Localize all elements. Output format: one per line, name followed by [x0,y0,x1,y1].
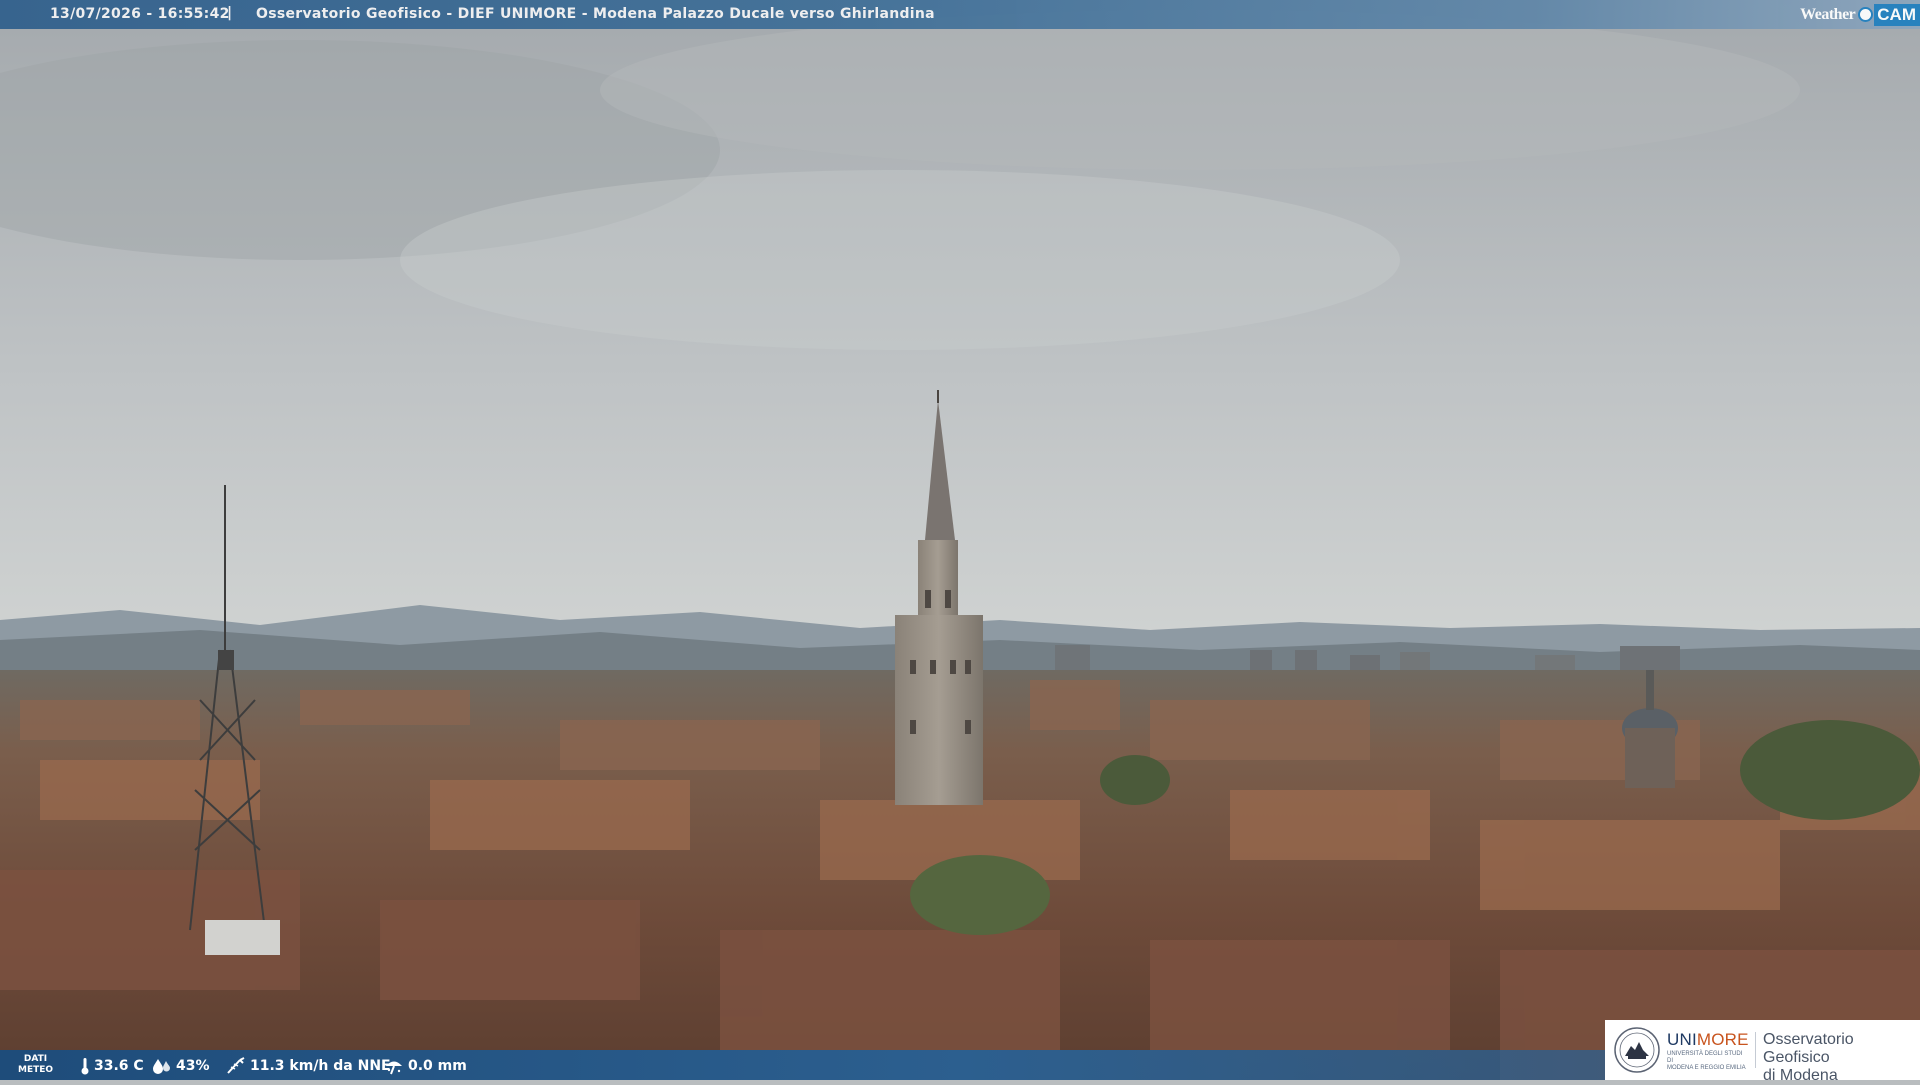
logo-divider [1755,1032,1756,1068]
unimore-subtitle-line1: UNIVERSITÀ DEGLI STUDI DI [1667,1051,1743,1064]
wind-icon [227,1057,245,1074]
camera-title: Osservatorio Geofisico - DIEF UNIMORE - … [256,6,935,22]
weather-data-bar: DATI METEO 33.6 C 43% 11.3 km/h da NNE 0… [0,1050,1605,1080]
brand-circle-icon [1858,7,1874,22]
weather-label-line1: DATI [23,1054,48,1064]
timestamp: 13/07/2026 - 16:55:42 [50,6,230,22]
rain-value: 0.0 mm [408,1058,467,1074]
wind-reading: 11.3 km/h da NNE [226,1057,391,1075]
rain-gauge-icon [386,1061,402,1075]
unimore-logo: UNIMORE UNIVERSITÀ DEGLI STUDI DI MODENA… [1605,1020,1920,1084]
wind-value: 11.3 km/h da NNE [250,1058,391,1074]
thermometer-icon [81,1058,89,1075]
brand-weather-text: Weather [1800,5,1856,23]
unimore-more-text: MORE [1696,1030,1749,1049]
temperature-value: 33.6 C [94,1058,144,1074]
caption-bar: 13/07/2026 - 16:55:42 | Osservatorio Geo… [0,0,1920,29]
observatory-name-line2: di Modena [1763,1067,1838,1084]
rain-reading: 0.0 mm [384,1057,467,1075]
caption-separator: | [227,5,233,21]
humidity-drop-icon [153,1059,170,1074]
unimore-subtitle-line2: MODENA E REGGIO EMILIA [1667,1065,1746,1071]
unimore-uni-text: UNI [1667,1030,1697,1049]
university-seal-icon [1614,1027,1660,1073]
humidity-value: 43% [176,1058,210,1074]
unimore-subtitle: UNIVERSITÀ DEGLI STUDI DI MODENA E REGGI… [1667,1051,1747,1072]
brand-cam-text: CAM [1874,3,1920,26]
weather-data-label: DATI METEO [18,1054,53,1076]
observatory-name: Osservatorio Geofisico di Modena [1763,1031,1920,1085]
unimore-wordmark: UNIMORE [1667,1030,1749,1050]
weather-label-line2: METEO [18,1065,54,1075]
humidity-reading: 43% [152,1057,210,1075]
weathercam-logo: Weather CAM [1800,2,1920,27]
webcam-image [0,0,1920,1080]
temperature-reading: 33.6 C [80,1057,144,1075]
observatory-name-line1: Osservatorio Geofisico [1763,1031,1854,1066]
